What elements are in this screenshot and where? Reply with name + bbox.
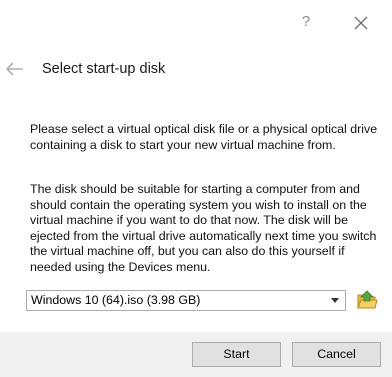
close-button[interactable] [350,12,372,34]
start-button[interactable]: Start [192,342,281,367]
close-icon [354,16,368,30]
arrow-left-icon [5,62,23,76]
disk-select-dropdown[interactable]: Windows 10 (64).iso (3.98 GB) [26,290,346,311]
folder-open-icon [357,290,378,309]
help-button[interactable]: ? [296,12,316,32]
description-paragraph-1: Please select a virtual optical disk fil… [30,122,378,152]
dialog-footer: Start Cancel [0,332,392,377]
description-paragraph-2: The disk should be suitable for starting… [30,182,377,274]
title-bar: ? [0,0,392,45]
disk-select-value: Windows 10 (64).iso (3.98 GB) [31,293,201,307]
back-button[interactable] [5,61,25,77]
cancel-button[interactable]: Cancel [292,342,381,367]
page-title: Select start-up disk [42,61,166,77]
wizard-header: Select start-up disk [0,45,392,95]
chevron-down-icon [331,298,339,303]
choose-disk-file-button[interactable] [356,289,378,311]
